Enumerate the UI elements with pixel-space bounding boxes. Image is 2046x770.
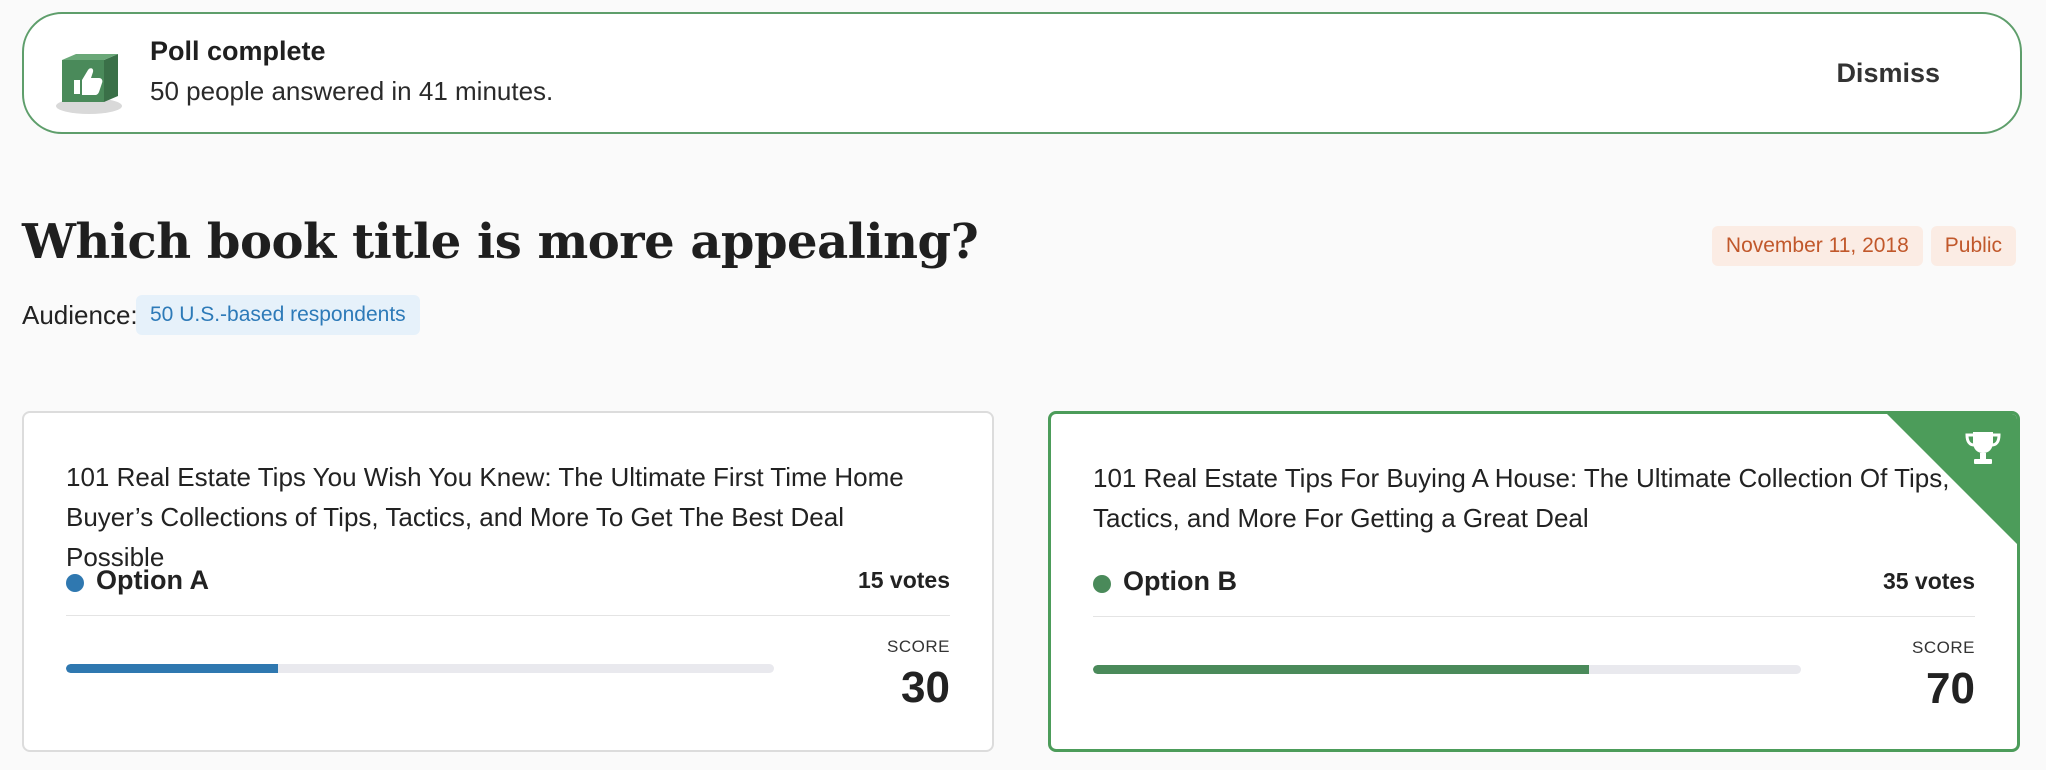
dismiss-button[interactable]: Dismiss <box>1836 58 1940 89</box>
score-progress-bar <box>66 664 774 673</box>
divider <box>1093 616 1975 617</box>
banner-subtitle: 50 people answered in 41 minutes. <box>150 76 554 106</box>
score-value: 30 <box>901 663 950 712</box>
score-label: SCORE <box>887 637 950 656</box>
audience-label: Audience: <box>22 300 138 330</box>
option-header: Option B 35 votes <box>1093 564 1975 604</box>
score-progress-bar <box>1093 665 1801 674</box>
thumbs-up-box-icon <box>56 54 122 114</box>
score-progress-fill <box>1093 665 1589 674</box>
option-card-a: 101 Real Estate Tips You Wish You Knew: … <box>22 411 994 752</box>
vote-count: 15 votes <box>857 567 950 593</box>
option-header: Option A 15 votes <box>66 563 950 603</box>
banner-title: Poll complete <box>150 36 326 66</box>
poll-tags: November 11, 2018 Public <box>1711 226 2016 266</box>
option-color-dot <box>1093 575 1111 593</box>
option-text: 101 Real Estate Tips For Buying A House:… <box>1093 463 1950 533</box>
vote-count: 35 votes <box>1882 568 1975 594</box>
divider <box>66 615 950 616</box>
audience-chip[interactable]: 50 U.S.-based respondents <box>136 295 420 335</box>
score-value: 70 <box>1926 664 1975 713</box>
poll-complete-banner: Poll complete 50 people answered in 41 m… <box>22 12 2022 134</box>
score-label: SCORE <box>1912 638 1975 657</box>
visibility-badge: Public <box>1930 226 2016 266</box>
option-label: Option B <box>1123 566 1237 596</box>
date-badge: November 11, 2018 <box>1711 226 1923 266</box>
score-progress-fill <box>66 664 279 673</box>
page-title: Which book title is more appealing? <box>22 214 979 270</box>
option-card-b: 101 Real Estate Tips For Buying A House:… <box>1048 411 2020 752</box>
option-text: 101 Real Estate Tips You Wish You Knew: … <box>66 462 904 572</box>
option-label: Option A <box>96 565 209 595</box>
option-color-dot <box>66 574 84 592</box>
